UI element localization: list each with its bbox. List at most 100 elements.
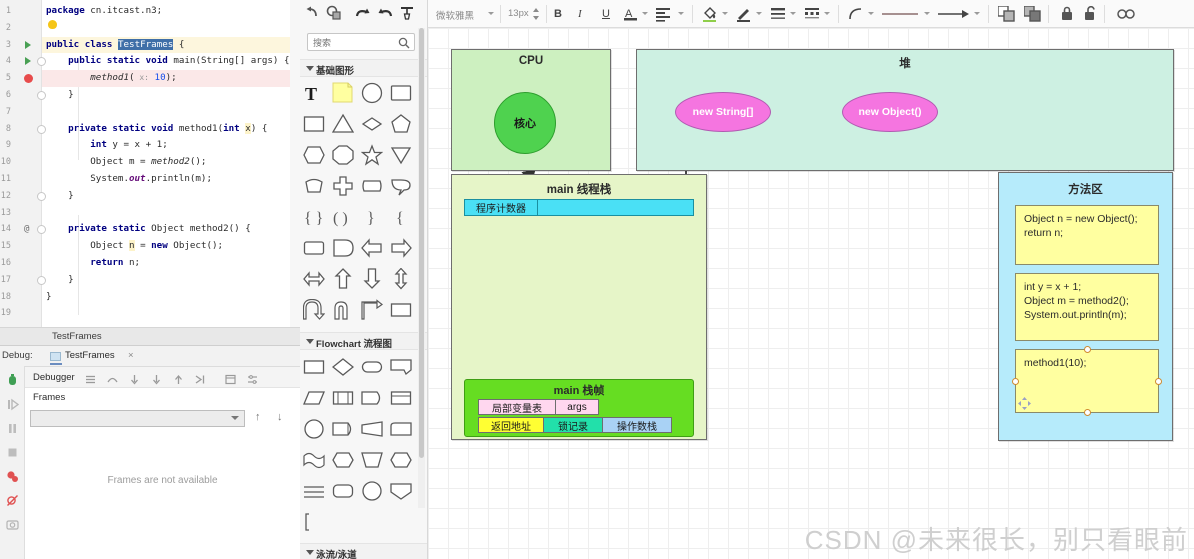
resize-handle-right[interactable] <box>1155 378 1162 385</box>
chevron-down-icon[interactable] <box>488 12 494 15</box>
code-line[interactable] <box>42 205 300 222</box>
chevron-down-icon[interactable] <box>756 12 762 15</box>
editor-tab-label[interactable]: TestFrames <box>52 331 102 342</box>
chevron-down-icon[interactable] <box>678 12 684 15</box>
shape-item[interactable] <box>387 235 417 260</box>
unlock-icon[interactable] <box>1084 5 1098 22</box>
move-handle-icon[interactable] <box>1018 397 1031 410</box>
debugger-tab-label[interactable]: Debugger <box>33 372 75 383</box>
method-area-card-method2[interactable]: Object n = new Object(); return n; <box>1015 205 1159 265</box>
shape-item[interactable] <box>358 385 388 410</box>
shape-item[interactable] <box>329 297 359 322</box>
code-line[interactable]: } <box>42 188 300 205</box>
shape-item[interactable] <box>329 385 359 410</box>
settings-icon[interactable] <box>247 372 258 384</box>
bold-button[interactable]: B <box>554 8 562 20</box>
args-cell[interactable]: args <box>555 399 599 415</box>
code-editor[interactable]: 1 2 3 4 5 6 7 8 9 10 11 12 13 14 @15 16 17 18 19 package c… <box>0 0 300 327</box>
code-line[interactable]: package cn.itcast.n3; <box>42 3 300 20</box>
code-line[interactable]: Object n = new Object(); <box>42 238 300 255</box>
shape-item[interactable] <box>329 478 359 503</box>
line-start-icon[interactable] <box>880 6 920 22</box>
return-address-cell[interactable]: 返回地址 <box>478 417 544 433</box>
shape-item[interactable] <box>300 142 330 167</box>
line-style-icon[interactable] <box>770 6 786 22</box>
method-area-card-method1[interactable]: int y = x + 1; Object m = method2(); Sys… <box>1015 273 1159 341</box>
shape-item[interactable] <box>329 235 359 260</box>
frame-down-icon[interactable]: ↓ <box>277 411 283 423</box>
breakpoint-icon[interactable] <box>24 73 35 84</box>
code-line[interactable]: public class TestFrames { <box>42 36 300 54</box>
editor-scrollbar[interactable] <box>290 0 300 327</box>
shape-item[interactable] <box>387 416 417 441</box>
code-line[interactable] <box>42 20 300 37</box>
heap-box[interactable]: 堆 new String[] new Object() <box>636 49 1174 171</box>
code-line[interactable]: int y = x + 1; <box>42 137 300 154</box>
undo-icon[interactable] <box>355 5 371 22</box>
mute-breakpoints-icon[interactable] <box>6 494 19 507</box>
shape-item[interactable] <box>300 111 330 136</box>
shape-item[interactable] <box>387 173 417 198</box>
code-line[interactable]: Object m = method2(); <box>42 154 300 171</box>
shape-item[interactable] <box>329 111 359 136</box>
shape-item[interactable] <box>300 416 330 441</box>
shape-item[interactable]: { <box>387 204 417 229</box>
resize-handle-top[interactable] <box>1084 346 1091 353</box>
code-line[interactable]: return n; <box>42 255 300 272</box>
shapes-panel-scrollbar[interactable] <box>418 28 425 508</box>
shape-item[interactable] <box>387 385 417 410</box>
shape-item[interactable]: { } <box>300 204 330 229</box>
line-end-arrow-icon[interactable] <box>936 6 970 22</box>
close-icon[interactable]: × <box>128 350 134 361</box>
chevron-down-icon[interactable] <box>974 12 980 15</box>
fill-color-icon[interactable] <box>702 6 718 23</box>
italic-button[interactable]: I <box>578 8 582 20</box>
cpu-box[interactable]: CPU 核心 <box>451 49 611 171</box>
shape-item[interactable] <box>358 416 388 441</box>
shape-item[interactable] <box>358 354 388 379</box>
font-size-stepper[interactable] <box>532 6 540 22</box>
code-line[interactable] <box>42 104 300 121</box>
frame-selector[interactable] <box>30 410 245 427</box>
run-to-cursor-icon[interactable] <box>195 372 206 384</box>
pause-program-icon[interactable] <box>6 422 19 435</box>
code-line[interactable]: private static void method1(int x) { <box>42 121 300 138</box>
cpu-core-circle[interactable]: 核心 <box>494 92 556 154</box>
text-align-icon[interactable] <box>656 6 671 22</box>
font-family-value[interactable]: 微软雅黑 <box>436 8 474 22</box>
shape-item[interactable] <box>358 111 388 136</box>
shape-item[interactable] <box>387 111 417 136</box>
step-out-icon[interactable] <box>173 372 184 384</box>
screenshot-icon[interactable] <box>6 518 19 531</box>
code-line[interactable]: private static Object method2() { <box>42 221 300 238</box>
shape-item[interactable] <box>300 297 330 322</box>
shape-item[interactable] <box>300 509 330 534</box>
heap-object-string-array[interactable]: new String[] <box>675 92 771 132</box>
shape-item[interactable] <box>300 478 330 503</box>
shape-item[interactable] <box>300 385 330 410</box>
resize-handle-bottom[interactable] <box>1084 409 1091 416</box>
shape-item[interactable] <box>387 266 417 291</box>
code-line[interactable]: System.out.println(m); <box>42 171 300 188</box>
waypoint-style-icon[interactable] <box>848 6 864 22</box>
chevron-down-icon[interactable] <box>924 12 930 15</box>
section-header-swimlane[interactable]: 泳流/泳道 <box>300 543 427 559</box>
shape-item[interactable] <box>358 173 388 198</box>
code-line[interactable]: } <box>42 272 300 289</box>
program-counter-row[interactable]: 程序计数器 <box>464 199 694 216</box>
shape-item[interactable] <box>387 297 417 322</box>
step-into-icon[interactable] <box>129 372 140 385</box>
frames-tab[interactable]: Frames <box>25 388 300 408</box>
rerun-debug-icon[interactable] <box>6 374 19 387</box>
font-color-button[interactable]: A <box>624 6 638 22</box>
shape-item[interactable]: T <box>300 80 330 105</box>
shape-item[interactable] <box>329 354 359 379</box>
line-color-icon[interactable] <box>736 6 752 23</box>
shape-item[interactable] <box>300 173 330 198</box>
editor-tab-bar[interactable]: TestFrames <box>0 327 300 346</box>
shape-search-box[interactable] <box>307 33 415 51</box>
shape-item[interactable] <box>300 235 330 260</box>
local-variable-table-cell[interactable]: 局部变量表 <box>478 399 556 415</box>
frame-up-icon[interactable]: ↑ <box>255 411 261 423</box>
heap-object-object[interactable]: new Object() <box>842 92 938 132</box>
